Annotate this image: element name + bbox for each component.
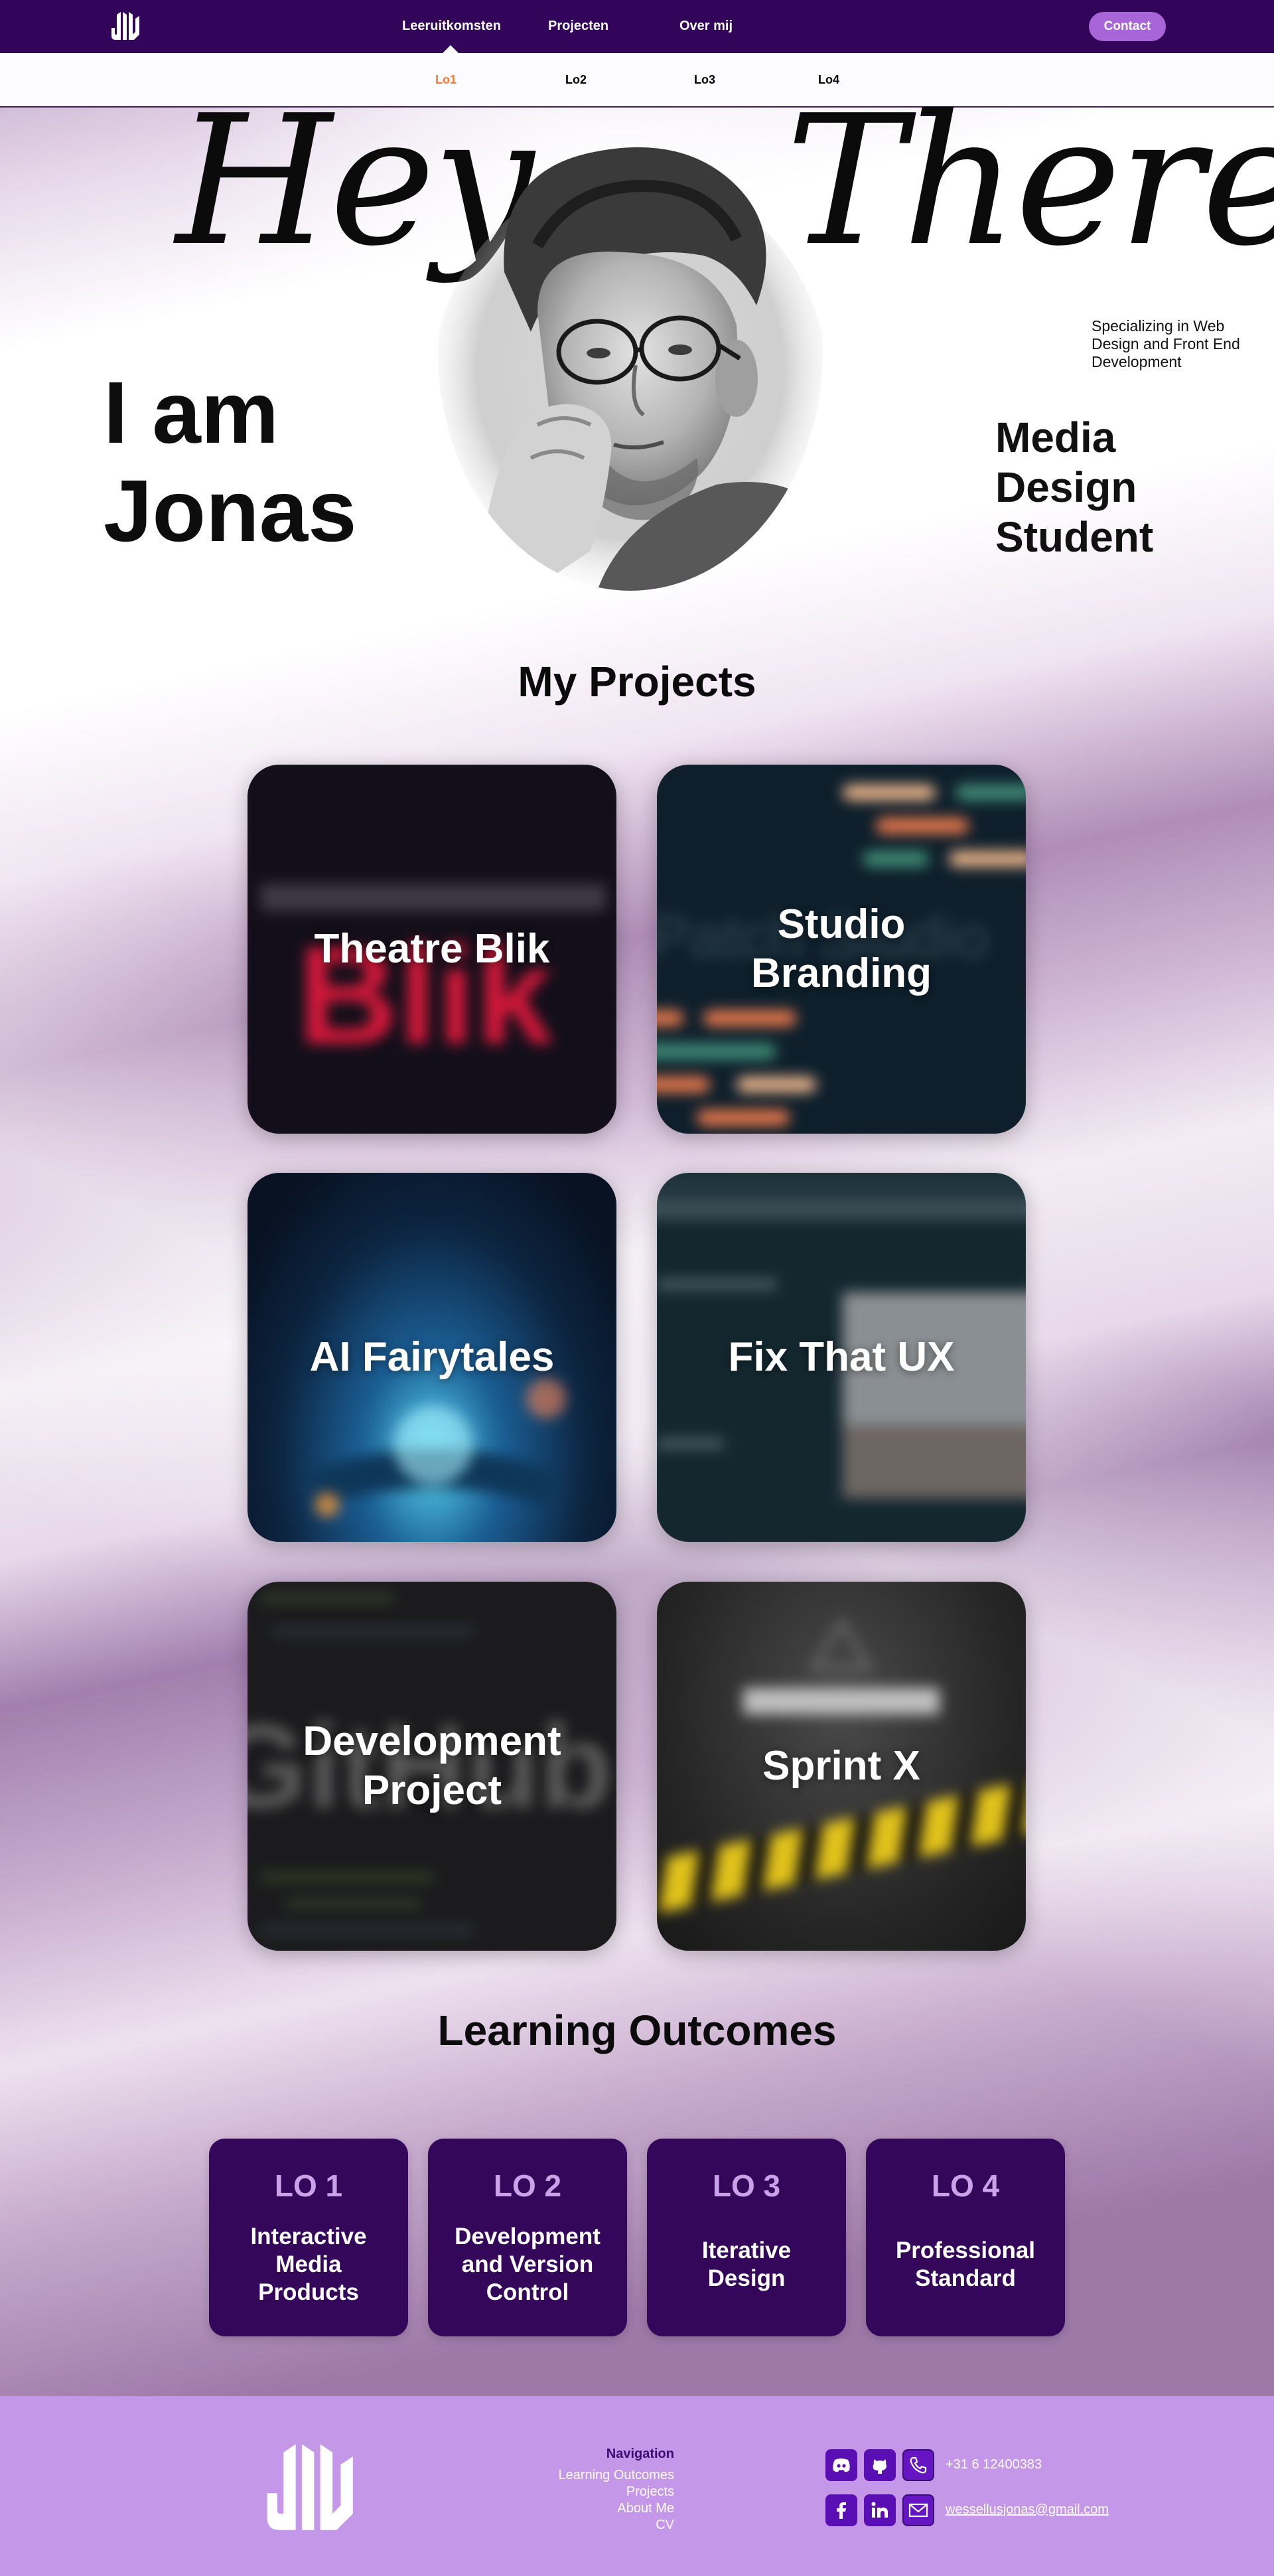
footer-nav-title: Navigation — [606, 2447, 674, 2461]
lo-name: Interactive Media Products — [250, 2224, 367, 2305]
project-card-development-project[interactable]: GitHub Development Project — [248, 1582, 616, 1951]
github-icon[interactable] — [864, 2449, 896, 2481]
jw-logo-icon[interactable] — [251, 2436, 357, 2534]
project-card-ai-fairytales[interactable]: AI Fairytales — [248, 1173, 616, 1542]
lo-code: LO 3 — [712, 2168, 781, 2203]
footer-link-learning-outcomes[interactable]: Learning Outcomes — [558, 2467, 674, 2484]
nav-leeruitkomsten[interactable]: Leeruitkomsten — [402, 19, 501, 34]
project-label: Sprint X — [762, 1743, 920, 1789]
linkedin-icon[interactable] — [864, 2494, 896, 2526]
lo-name: Development and Version Control — [455, 2224, 601, 2305]
facebook-icon[interactable] — [825, 2494, 857, 2526]
project-card-sprint-x[interactable]: Sprint X — [657, 1582, 1026, 1951]
project-label: Studio Branding — [750, 901, 932, 996]
nav-over-mij[interactable]: Over mij — [679, 19, 733, 34]
project-card-theatre-blik[interactable]: Blik Theatre Blik — [248, 765, 616, 1134]
contact-button[interactable]: Contact — [1089, 12, 1166, 41]
hero-greeting-right: There — [786, 76, 1274, 285]
nav-active-indicator — [443, 45, 459, 53]
footer-link-about-me[interactable]: About Me — [558, 2500, 674, 2517]
learning-outcomes-title: Learning Outcomes — [437, 2007, 837, 2054]
hero-intro: I am Jonas — [104, 364, 357, 560]
footer-link-projects[interactable]: Projects — [558, 2484, 674, 2500]
project-label: Theatre Blik — [314, 926, 550, 972]
lo-code: LO 4 — [931, 2168, 1000, 2203]
subnav-lo3[interactable]: Lo3 — [694, 73, 715, 87]
project-label: Development Project — [303, 1718, 561, 1813]
hero-speciality: Specializing in Web Design and Front End… — [1092, 317, 1240, 370]
project-label: Fix That UX — [728, 1334, 955, 1380]
site-footer: Navigation Learning Outcomes Projects Ab… — [0, 2396, 1274, 2576]
lo-card-4[interactable]: LO 4 Professional Standard — [866, 2139, 1065, 2336]
nav-projecten[interactable]: Projecten — [548, 19, 608, 34]
lo-name: Iterative Design — [701, 2237, 792, 2291]
footer-link-cv[interactable]: CV — [558, 2517, 674, 2534]
project-label: AI Fairytales — [309, 1334, 555, 1380]
mail-icon[interactable] — [902, 2494, 934, 2526]
jw-logo-icon[interactable] — [106, 9, 141, 41]
footer-email[interactable]: wessellusjonas@gmail.com — [946, 2502, 1109, 2518]
subnav-lo2[interactable]: Lo2 — [565, 73, 587, 87]
hero-role: Media Design Student — [995, 414, 1154, 561]
footer-navigation: Navigation Learning Outcomes Projects Ab… — [558, 2447, 674, 2534]
project-card-fix-that-ux[interactable]: Fix That UX — [657, 1173, 1026, 1542]
phone-icon[interactable] — [902, 2449, 934, 2481]
discord-icon[interactable] — [825, 2449, 857, 2481]
lo-code: LO 1 — [274, 2168, 343, 2203]
lo-code: LO 2 — [493, 2168, 562, 2203]
lo-card-1[interactable]: LO 1 Interactive Media Products — [209, 2139, 408, 2336]
top-navbar: Leeruitkomsten Projecten Over mij Contac… — [0, 0, 1274, 53]
lo-card-3[interactable]: LO 3 Iterative Design — [647, 2139, 846, 2336]
lo-name: Professional Standard — [895, 2237, 1036, 2291]
lo-card-2[interactable]: LO 2 Development and Version Control — [428, 2139, 627, 2336]
project-card-studio-branding[interactable]: Patch Studio Studio Branding — [657, 765, 1026, 1134]
footer-phone[interactable]: +31 6 12400383 — [946, 2457, 1042, 2472]
projects-title: My Projects — [518, 658, 756, 706]
portrait-photo — [438, 147, 823, 591]
